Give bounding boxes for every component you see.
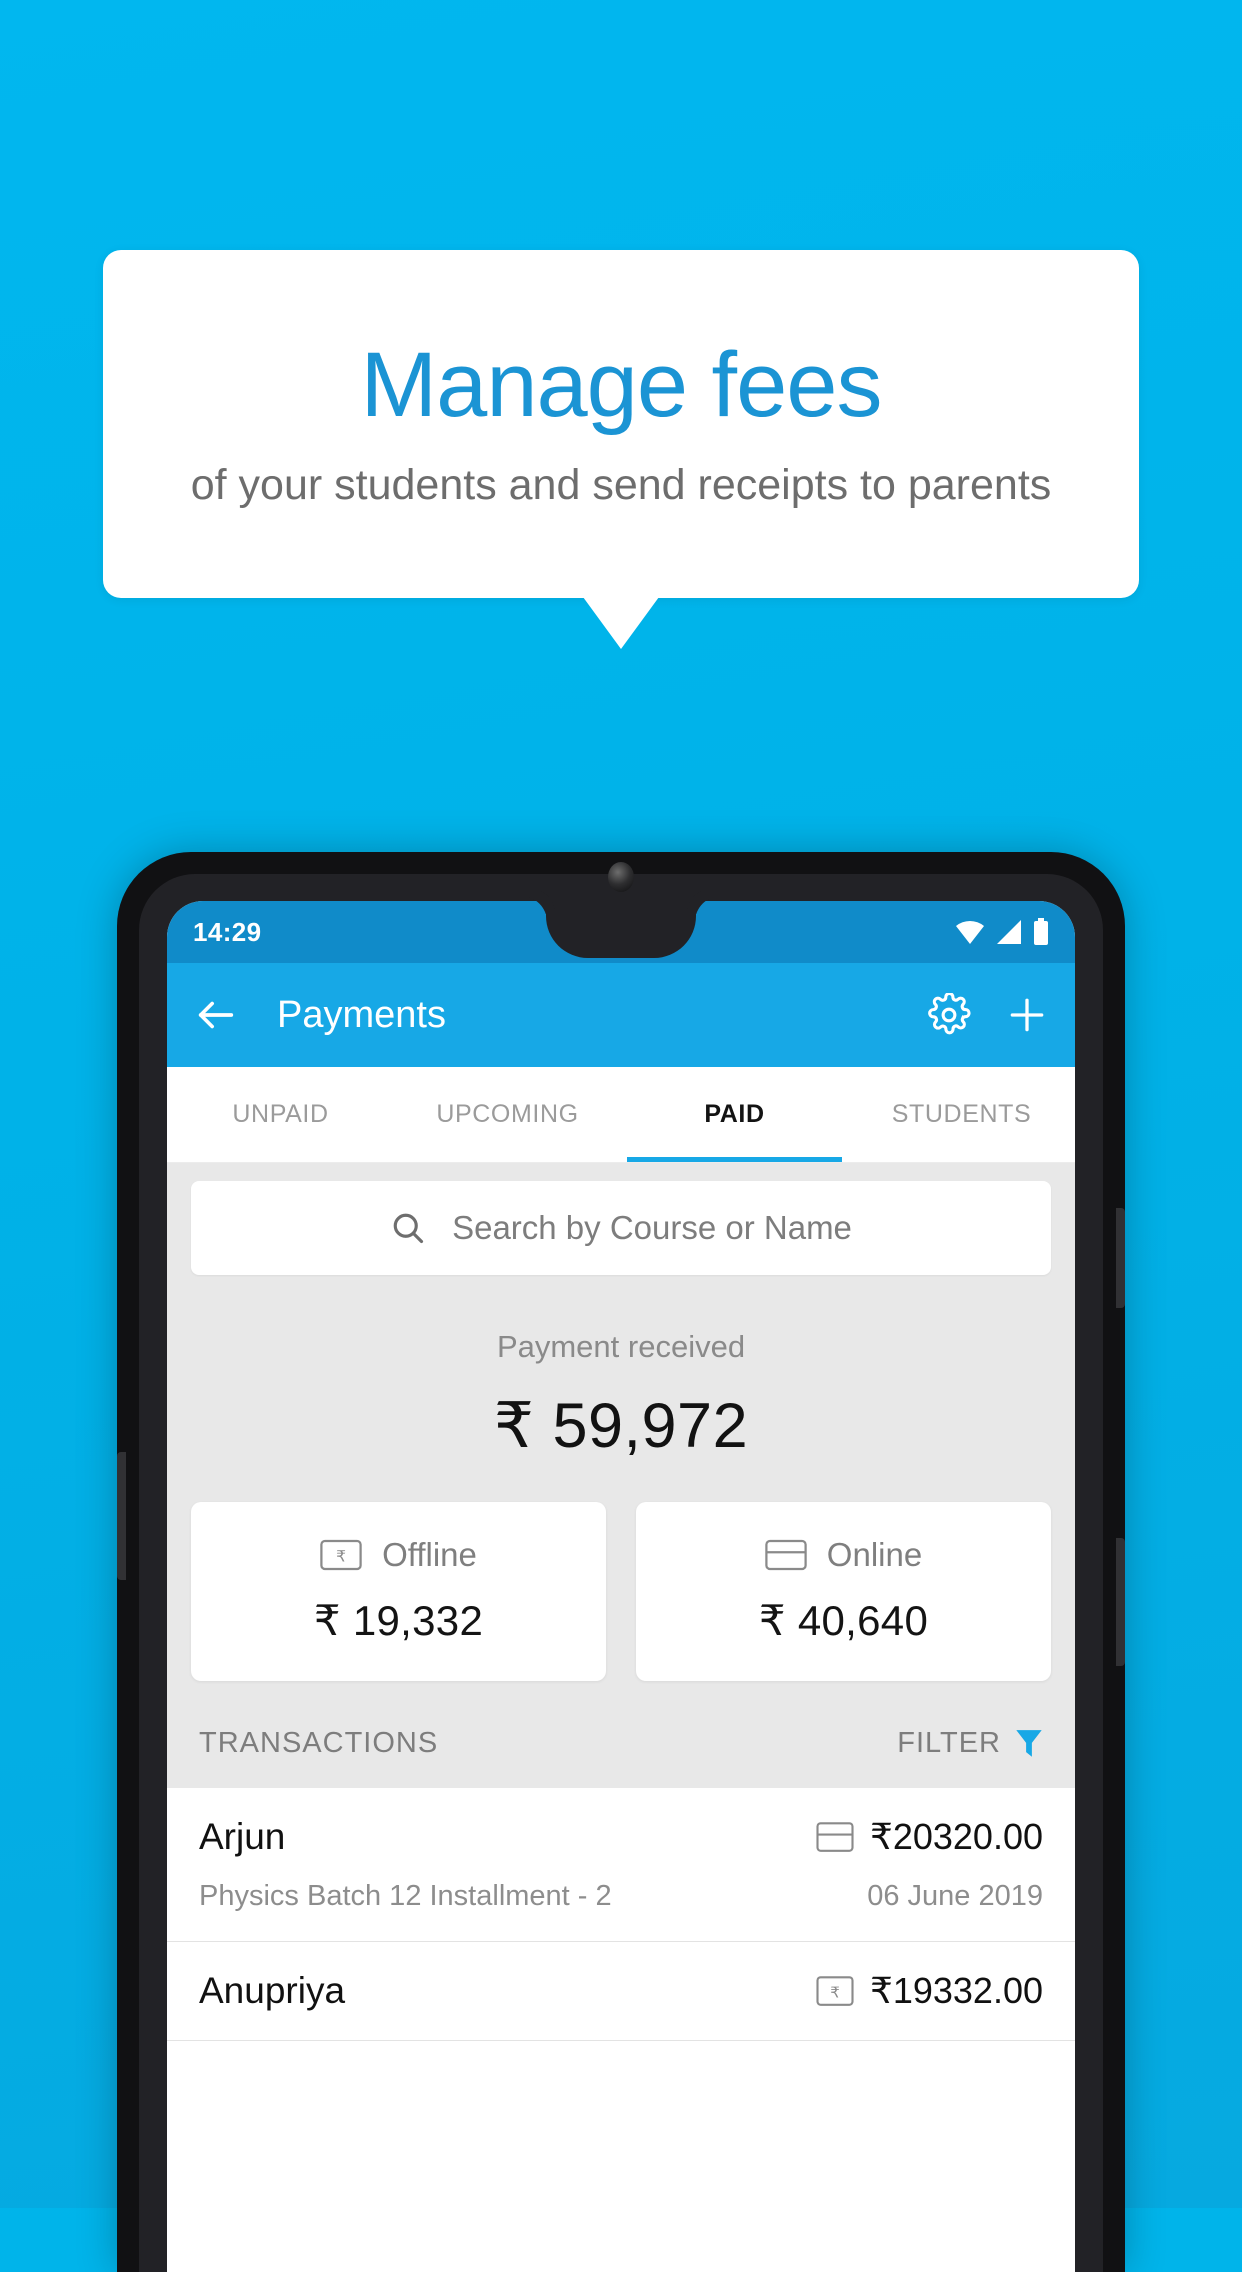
offline-payment-card[interactable]: ₹ Offline ₹ 19,332 — [191, 1502, 606, 1681]
online-card-head: Online — [636, 1536, 1051, 1574]
svg-text:₹: ₹ — [830, 1984, 840, 2001]
transaction-list: Arjun ₹20320.00 Physics Batch 12 Install… — [167, 1788, 1075, 2041]
plus-icon[interactable] — [1005, 993, 1049, 1037]
battery-icon — [1034, 918, 1048, 945]
front-camera-icon — [608, 862, 634, 892]
tab-students[interactable]: STUDENTS — [848, 1067, 1075, 1162]
tab-upcoming[interactable]: UPCOMING — [394, 1067, 621, 1162]
payment-method-cards: ₹ Offline ₹ 19,332 Online ₹ 40,640 — [167, 1462, 1075, 1681]
promo-callout-bubble: Manage fees of your students and send re… — [103, 250, 1139, 598]
svg-text:₹: ₹ — [336, 1548, 346, 1565]
offline-card-label: Offline — [382, 1536, 477, 1573]
filter-button[interactable]: FILTER — [897, 1727, 1043, 1760]
status-bar-clock: 14:29 — [193, 916, 262, 947]
phone-power-button[interactable] — [1116, 1208, 1125, 1308]
payment-summary: Payment received ₹ 59,972 — [167, 1275, 1075, 1462]
search-placeholder-text: Search by Course or Name — [452, 1209, 852, 1246]
transaction-student-name: Arjun — [199, 1816, 286, 1857]
table-row[interactable]: Anupriya ₹ ₹19332.00 — [167, 1942, 1075, 2041]
tab-bar: UNPAID UPCOMING PAID STUDENTS — [167, 1067, 1075, 1163]
app-bar-title: Payments — [277, 993, 446, 1036]
transaction-secondary-line: Physics Batch 12 Installment - 2 06 June… — [199, 1880, 1043, 1913]
transaction-date: 06 June 2019 — [867, 1880, 1043, 1912]
cash-note-icon: ₹ — [816, 1976, 854, 2006]
signal-icon — [997, 920, 1021, 944]
payment-received-amount: ₹ 59,972 — [493, 1391, 749, 1461]
search-icon — [393, 1213, 424, 1244]
payment-received-label: Payment received — [496, 1329, 746, 1364]
transaction-course: Physics Batch 12 Installment - 2 — [199, 1880, 612, 1912]
promo-title: Manage fees — [360, 333, 883, 436]
transaction-primary-line: Anupriya ₹ ₹19332.00 — [199, 1970, 1043, 2012]
phone-volume-button-right[interactable] — [1116, 1538, 1125, 1666]
credit-card-icon — [816, 1822, 854, 1852]
transaction-amount-group: ₹20320.00 — [816, 1816, 1043, 1858]
phone-volume-button-left[interactable] — [117, 1452, 126, 1580]
transaction-student-name: Anupriya — [199, 1970, 346, 2011]
online-card-amount: ₹ 40,640 — [758, 1597, 929, 1644]
gear-icon[interactable] — [927, 993, 971, 1037]
back-arrow-icon[interactable] — [193, 992, 239, 1038]
app-bar: Payments — [167, 963, 1075, 1067]
transactions-label: TRANSACTIONS — [199, 1727, 439, 1759]
search-input[interactable]: Search by Course or Name — [191, 1181, 1051, 1275]
phone-notch — [546, 896, 696, 958]
tab-unpaid[interactable]: UNPAID — [167, 1067, 394, 1162]
promo-subtitle: of your students and send receipts to pa… — [190, 460, 1052, 509]
wifi-icon — [956, 920, 984, 944]
app-content: Search by Course or Name Payment receive… — [167, 1163, 1075, 2041]
filter-label: FILTER — [897, 1727, 1001, 1759]
table-row[interactable]: Arjun ₹20320.00 Physics Batch 12 Install… — [167, 1788, 1075, 1942]
transaction-amount-group: ₹ ₹19332.00 — [816, 1970, 1043, 2012]
online-card-label: Online — [826, 1536, 923, 1573]
phone-mockup: 14:29 Payments UNPAID UPCOMING PAID STUD… — [117, 852, 1125, 2272]
transaction-amount: ₹19332.00 — [869, 1970, 1043, 2011]
cash-note-icon: ₹ — [320, 1539, 362, 1571]
transactions-header: TRANSACTIONS FILTER — [167, 1681, 1075, 1788]
transaction-amount: ₹20320.00 — [869, 1816, 1043, 1857]
promo-bubble-tail — [583, 597, 659, 649]
search-container: Search by Course or Name — [167, 1163, 1075, 1275]
credit-card-icon — [765, 1539, 807, 1571]
offline-card-amount: ₹ 19,332 — [313, 1597, 484, 1644]
funnel-icon — [1016, 1729, 1042, 1757]
offline-card-head: ₹ Offline — [191, 1536, 606, 1574]
transaction-primary-line: Arjun ₹20320.00 — [199, 1816, 1043, 1858]
tab-paid[interactable]: PAID — [621, 1067, 848, 1162]
status-bar-icons — [955, 918, 1049, 946]
phone-screen: 14:29 Payments UNPAID UPCOMING PAID STUD… — [167, 901, 1075, 2272]
online-payment-card[interactable]: Online ₹ 40,640 — [636, 1502, 1051, 1681]
